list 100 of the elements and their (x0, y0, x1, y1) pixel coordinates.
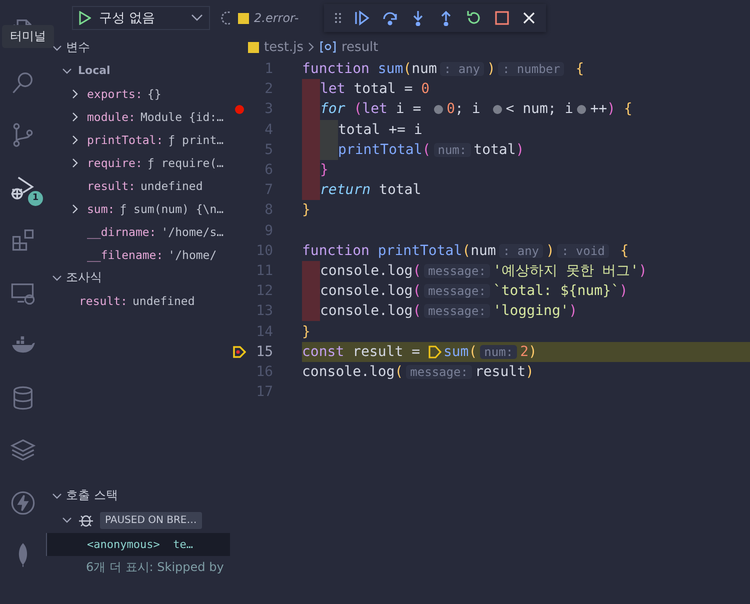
bracket: ( (462, 242, 471, 259)
bracket: { (619, 242, 629, 259)
chevron-down-icon[interactable] (52, 274, 62, 280)
bracket: } (302, 202, 310, 218)
code-text: total = (354, 81, 414, 98)
watch-value: undefined (132, 294, 195, 308)
variable-name[interactable]: sum: (87, 202, 115, 216)
editor-tab[interactable]: 2.error- (230, 11, 299, 25)
watch-expression[interactable]: result: (79, 294, 128, 308)
breadcrumb-symbol[interactable]: result (341, 40, 378, 54)
chevron-down-icon[interactable] (62, 517, 72, 523)
code-text: < num; i (506, 101, 574, 118)
paused-status-badge: PAUSED ON BRE… (100, 512, 202, 528)
string-literal: '예상하지 못한 버그' (492, 262, 639, 280)
variable-name[interactable]: require: (87, 156, 142, 170)
lightning-icon[interactable] (10, 490, 36, 516)
chevron-right-icon[interactable] (72, 134, 78, 144)
number-literal: 0 (446, 101, 456, 118)
code-text: console.log (302, 364, 395, 380)
layers-icon[interactable] (10, 437, 36, 464)
inline-stop-marker-icon (428, 344, 442, 359)
drag-handle-icon[interactable] (334, 12, 342, 24)
bracket: ) (546, 242, 554, 259)
js-file-icon (248, 42, 259, 52)
inlay-hint: message: (406, 364, 472, 379)
bracket: ( (468, 344, 478, 360)
restart-icon[interactable] (466, 10, 482, 26)
breadcrumb-file[interactable]: test.js (264, 40, 304, 54)
tooltip: 터미널 (2, 25, 54, 48)
bracket: ( (394, 364, 404, 380)
variable-name[interactable]: __dirname: (87, 224, 156, 238)
number-literal: 2 (520, 344, 529, 360)
extensions-icon[interactable] (10, 227, 36, 254)
indent-highlight (302, 79, 320, 100)
code-text: result (474, 364, 526, 380)
continue-icon[interactable] (354, 10, 370, 26)
chevron-down-icon[interactable] (52, 44, 62, 50)
bracket: ) (526, 364, 534, 380)
chevron-right-icon[interactable] (72, 158, 78, 168)
variable-name[interactable]: module: (87, 110, 136, 124)
inlay-hint: message: (424, 284, 490, 298)
bracket: ( (412, 262, 422, 279)
inlay-hint: num: (480, 344, 518, 359)
code-text: console.log (320, 303, 413, 320)
keyword: let (362, 101, 388, 118)
variable-value: ƒ sum(num) {\n… (120, 202, 224, 216)
breakpoint-dot[interactable] (234, 104, 244, 114)
code-text: total (379, 182, 422, 198)
keyword: return (320, 182, 372, 198)
function-name: sum (443, 344, 469, 360)
bracket: { (574, 61, 584, 78)
number-literal: 0 (421, 81, 430, 98)
variable-name[interactable]: __filename: (87, 248, 164, 262)
bracket: ) (607, 101, 616, 118)
variables-section-title[interactable]: 변수 (66, 39, 90, 56)
bracket: { (622, 101, 632, 118)
bracket: ( (354, 101, 362, 118)
chevron-down-icon[interactable] (52, 492, 62, 498)
inline-breakpoint-dot[interactable] (492, 104, 502, 114)
keyword: const (302, 344, 346, 360)
chevron-right-icon[interactable] (72, 204, 78, 214)
code-text: num (412, 61, 437, 78)
inline-breakpoint-dot[interactable] (434, 104, 443, 114)
call-stack-section-title[interactable]: 호출 스택 (66, 487, 118, 504)
bracket: ( (422, 142, 431, 158)
chevron-right-icon (308, 42, 316, 52)
chevron-right-icon[interactable] (72, 112, 78, 122)
bracket: } (302, 324, 310, 340)
bracket: ) (528, 344, 537, 360)
inline-breakpoint-dot[interactable] (577, 104, 586, 114)
variable-name[interactable]: result: (87, 178, 136, 192)
chevron-down-icon (191, 14, 204, 22)
keyword: function (302, 61, 370, 78)
function-name: printTotal (378, 242, 462, 259)
scope-label[interactable]: Local (78, 64, 110, 77)
keyword: function (302, 242, 370, 259)
variable-name[interactable]: exports: (87, 86, 142, 100)
notification-badge: 1 (28, 190, 43, 206)
variable-value: ƒ print… (168, 132, 224, 146)
stop-icon[interactable] (494, 10, 510, 26)
chevron-right-icon[interactable] (72, 88, 78, 98)
inlay-hint: message: (424, 304, 490, 318)
chevron-down-icon[interactable] (62, 68, 72, 74)
watch-section-title[interactable]: 조사식 (66, 269, 102, 286)
show-more-frames-link[interactable]: 6개 더 표시: Skipped by (46, 556, 230, 578)
code-text: console.log (320, 262, 413, 279)
inlay-hint: : any (498, 244, 544, 258)
close-icon[interactable] (522, 11, 536, 25)
bracket: ) (619, 283, 628, 300)
bracket: ) (568, 303, 578, 320)
step-over-icon[interactable] (382, 10, 398, 26)
string-literal: 'logging' (492, 303, 569, 320)
indent-highlight (302, 180, 320, 200)
variable-name[interactable]: printTotal: (87, 132, 164, 146)
code-text: total (474, 142, 516, 158)
bracket: ) (487, 61, 496, 78)
stack-frame[interactable]: <anonymous> te… (46, 533, 230, 556)
inlay-hint: : any (440, 62, 484, 76)
js-file-icon (238, 12, 249, 24)
run-config-dropdown[interactable]: 구성 없음 (72, 6, 210, 30)
